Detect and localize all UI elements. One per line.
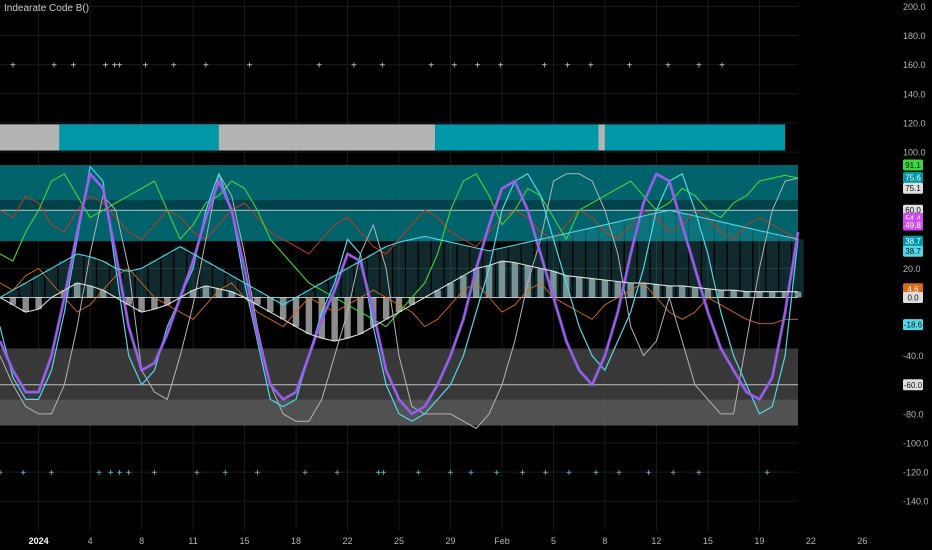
bottom-marker: + (194, 468, 200, 479)
value-label-text: -18.6 (904, 321, 923, 330)
x-tick-label: 4 (88, 536, 93, 546)
regime-segment (604, 124, 786, 151)
bottom-marker: + (696, 468, 702, 479)
top-marker: + (351, 61, 357, 72)
top-marker: + (247, 61, 253, 72)
top-marker: + (171, 61, 177, 72)
regime-segment (435, 124, 599, 151)
x-tick-label: Feb (494, 536, 510, 546)
y-tick-label: 200.0 (903, 2, 926, 12)
bottom-marker: + (302, 468, 308, 479)
x-tick-label: 22 (806, 536, 816, 546)
y-tick-label: 140.0 (903, 89, 926, 99)
y-tick-label: -40.0 (903, 351, 924, 361)
top-marker: + (379, 61, 385, 72)
bottom-marker: + (616, 468, 622, 479)
bottom-marker: + (334, 468, 340, 479)
indicator-title[interactable]: Indearate Code B() (4, 3, 89, 14)
top-marker: + (103, 61, 109, 72)
bottom-marker: + (593, 468, 599, 479)
bottom-marker: + (117, 468, 123, 479)
y-tick-label: 100.0 (903, 148, 926, 158)
x-tick-label: 26 (857, 536, 867, 546)
value-label-text: 49.8 (905, 221, 921, 230)
value-label-text: 0.0 (907, 294, 919, 303)
value-label-text: -60.0 (904, 381, 923, 390)
x-tick-label: 15 (703, 536, 713, 546)
regime-segment (218, 124, 436, 151)
top-marker: + (696, 61, 702, 72)
y-tick-label: -140.0 (903, 497, 929, 507)
top-marker: + (203, 61, 209, 72)
top-marker: + (665, 61, 671, 72)
x-tick-label: 25 (394, 536, 404, 546)
bottom-marker: + (222, 468, 228, 479)
x-tick-label: 29 (445, 536, 455, 546)
y-tick-label: 160.0 (903, 60, 926, 70)
bottom-marker: + (108, 468, 114, 479)
bottom-marker: + (152, 468, 158, 479)
bottom-marker: + (126, 468, 132, 479)
y-tick-label: 120.0 (903, 118, 926, 128)
bottom-marker: + (254, 468, 260, 479)
top-marker: + (542, 61, 548, 72)
bottom-marker: + (49, 468, 55, 479)
x-tick-label: 2024 (29, 536, 49, 546)
top-marker: + (10, 61, 16, 72)
regime-band (0, 124, 786, 151)
top-marker: + (565, 61, 571, 72)
indicator-chart[interactable]: + + + + + + + + + + + + + + + + + + + + + + + ++ + + + + + + + + + + + + + + +… (0, 0, 932, 550)
value-label-text: 38.7 (905, 237, 921, 246)
value-label-text: 38.7 (905, 247, 921, 256)
x-tick-label: 5 (551, 536, 556, 546)
y-tick-label: 180.0 (903, 31, 926, 41)
top-marker: + (117, 61, 123, 72)
bottom-marker: + (448, 468, 454, 479)
top-marker: + (719, 61, 725, 72)
y-tick-label: -80.0 (903, 409, 924, 419)
x-tick-label: 15 (240, 536, 250, 546)
top-marker: + (498, 61, 504, 72)
value-label-text: 75.1 (905, 184, 921, 193)
bottom-marker: + (468, 468, 474, 479)
x-tick-label: 18 (291, 536, 301, 546)
value-label-text: 91.1 (905, 161, 921, 170)
x-tick-label: 12 (651, 536, 661, 546)
bottom-marker: + (764, 468, 770, 479)
top-marker: + (626, 61, 632, 72)
top-marker: + (51, 61, 57, 72)
top-marker: + (70, 61, 76, 72)
top-marker: + (316, 61, 322, 72)
x-tick-label: 8 (139, 536, 144, 546)
bottom-marker: + (20, 468, 26, 479)
bottom-marker: + (670, 468, 676, 479)
bottom-marker: + (520, 468, 526, 479)
y-tick-label: -120.0 (903, 468, 929, 478)
x-tick-label: 8 (602, 536, 607, 546)
bottom-marker: + (646, 468, 652, 479)
bottom-marker: + (0, 468, 3, 479)
top-marker: + (428, 61, 434, 72)
bottom-marker: + (494, 468, 500, 479)
x-tick-label: 22 (343, 536, 353, 546)
x-tick-label: 11 (188, 536, 197, 546)
bottom-marker: + (381, 468, 387, 479)
regime-segment (59, 124, 219, 151)
bottom-marker: + (415, 468, 421, 479)
bottom-marker: + (96, 468, 102, 479)
top-marker: + (588, 61, 594, 72)
y-tick-label: -100.0 (903, 439, 929, 449)
bottom-marker: + (543, 468, 549, 479)
bottom-marker: + (566, 468, 572, 479)
top-marker: + (475, 61, 481, 72)
top-marker: + (143, 61, 149, 72)
top-marker: + (451, 61, 457, 72)
y-tick-label: 20.0 (903, 264, 921, 274)
regime-segment (598, 124, 605, 151)
x-tick-label: 19 (754, 536, 764, 546)
value-label-text: 75.6 (905, 173, 921, 182)
